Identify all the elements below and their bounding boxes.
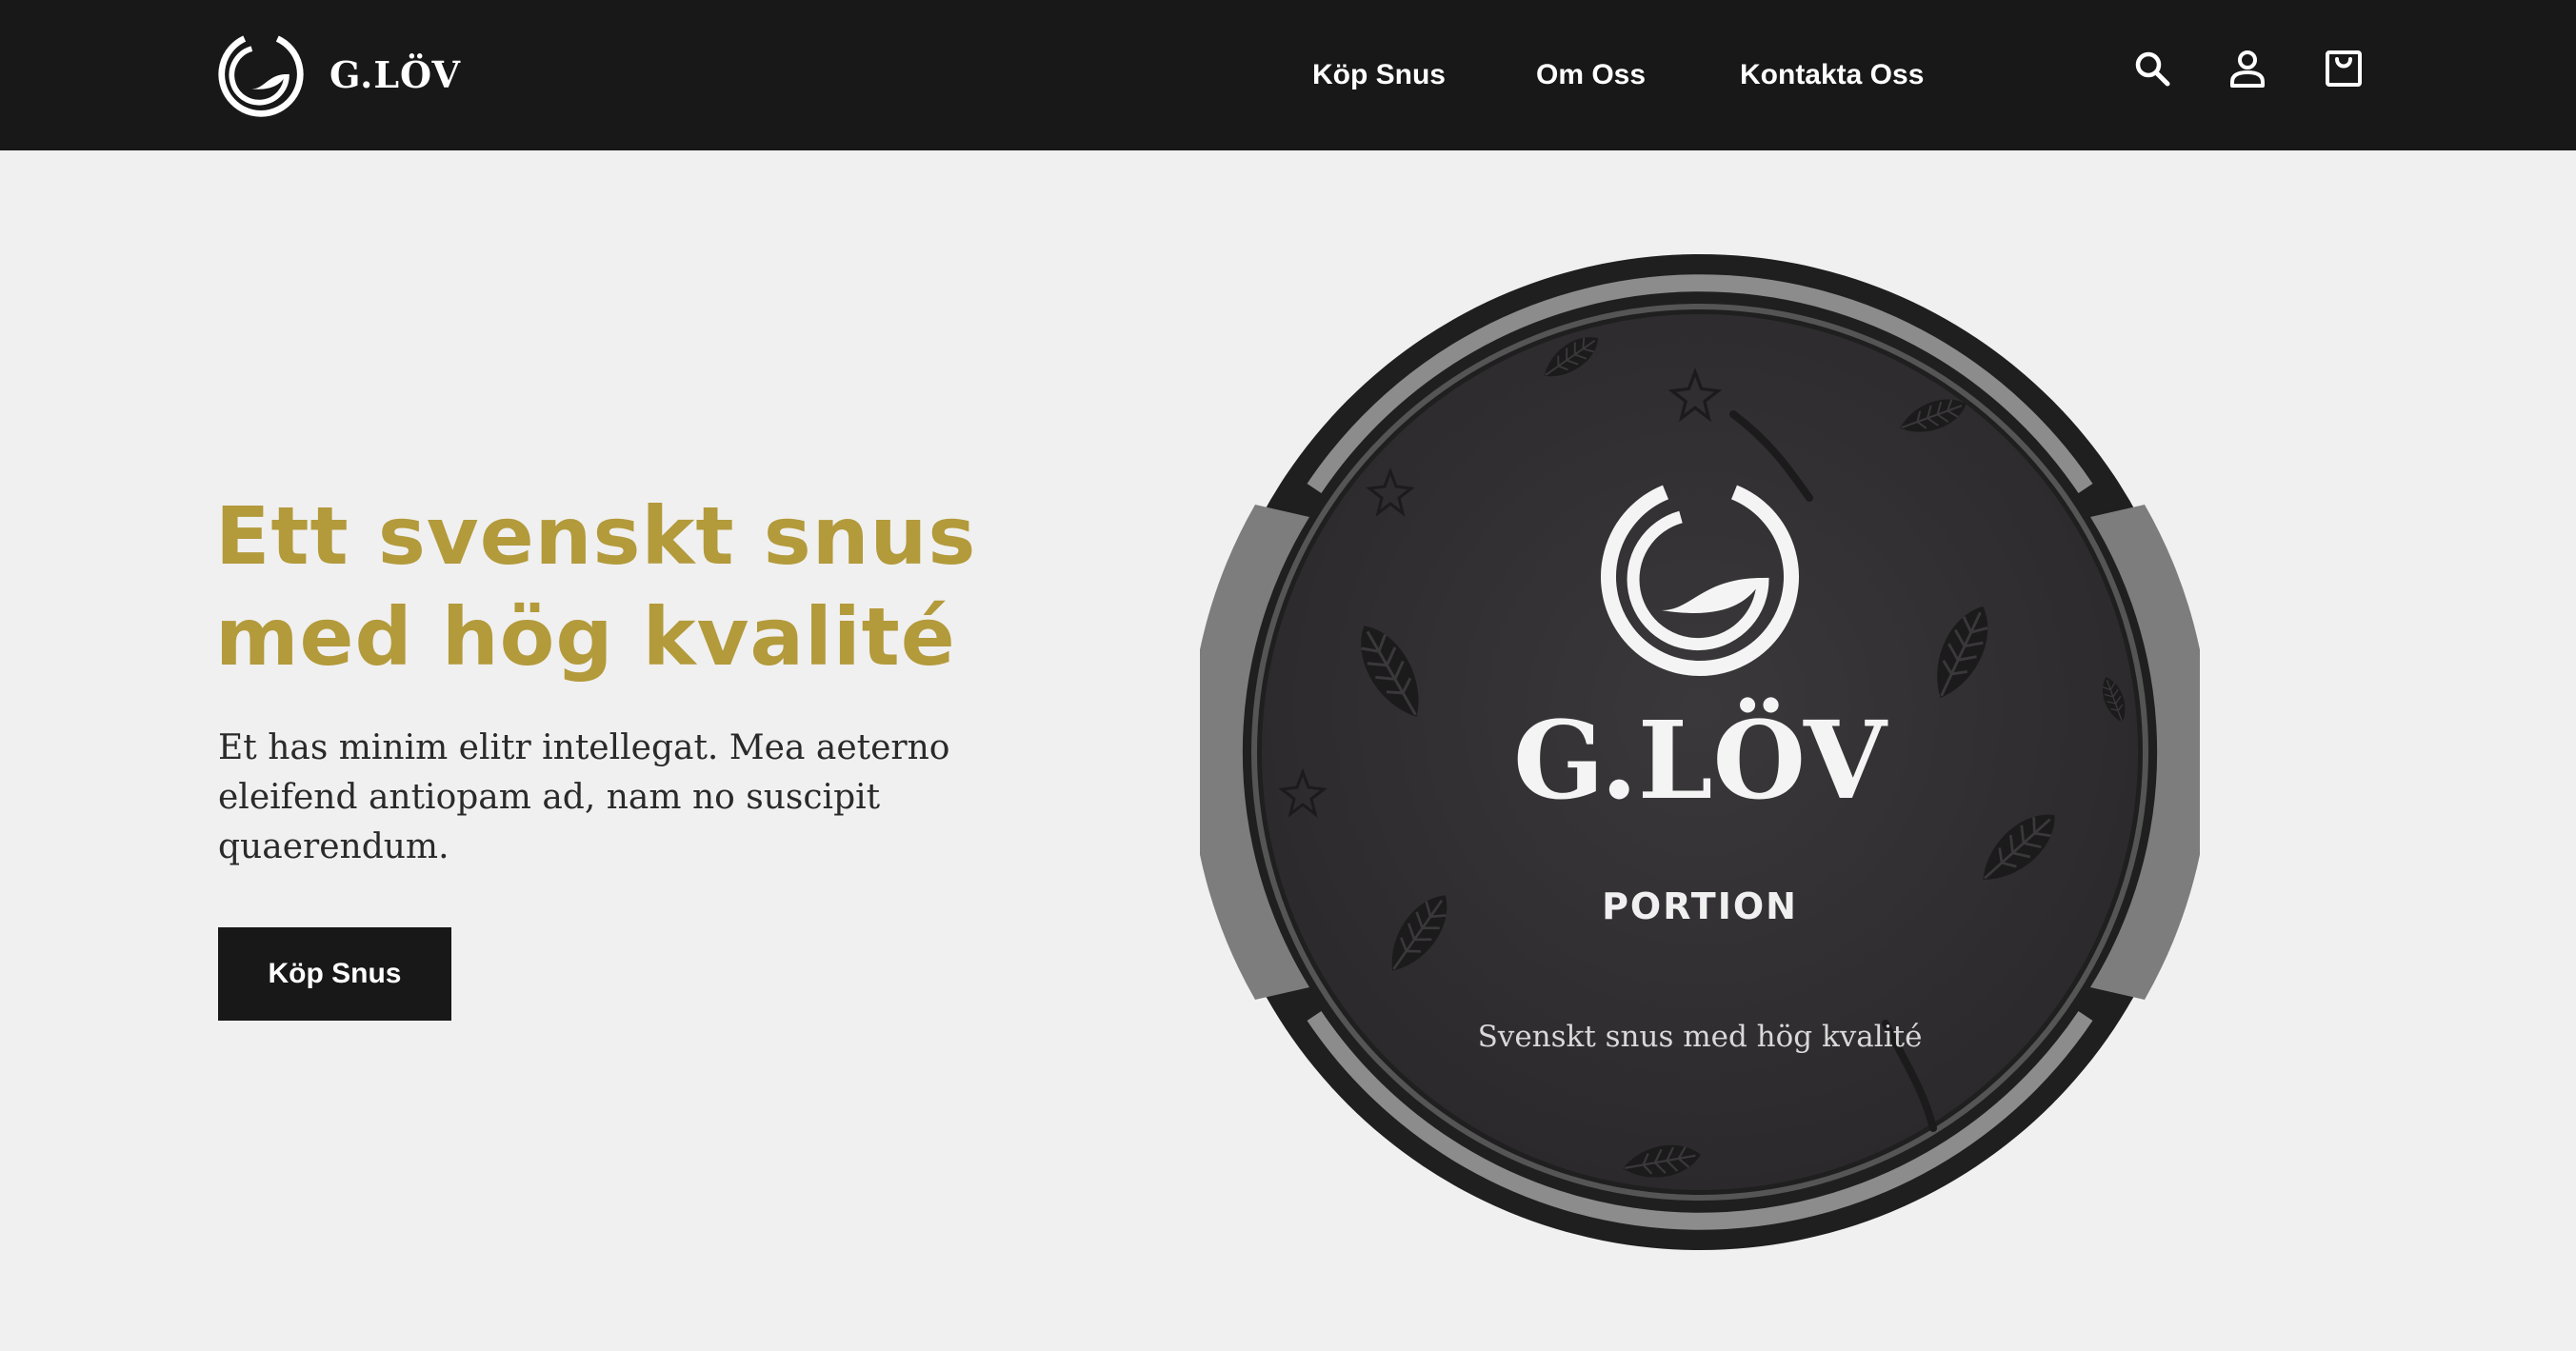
hero-title: Ett svenskt snus med hög kvalité — [215, 489, 977, 684]
tin-tagline: Svenskt snus med hög kvalité — [1477, 1020, 1923, 1054]
hero-description: Et has minim elitr intellegat. Mea aeter… — [218, 728, 950, 866]
brand-logo-link[interactable]: G.LÖV — [215, 29, 461, 120]
user-icon[interactable] — [2226, 47, 2269, 90]
tin-brand-name: G.LÖV — [1513, 699, 1887, 824]
leaf-logo-icon — [218, 35, 304, 117]
nav-link-kontakta-oss[interactable]: Kontakta Oss — [1740, 59, 1924, 91]
nav-link-om-oss[interactable]: Om Oss — [1536, 59, 1646, 91]
search-icon[interactable] — [2130, 47, 2174, 90]
tin-product-type: PORTION — [1602, 885, 1798, 927]
snus-tin-image: G.LÖV PORTION Svenskt snus med hög kvali… — [1200, 252, 2200, 1252]
nav-link-kop-snus[interactable]: Köp Snus — [1312, 59, 1446, 91]
buy-snus-button[interactable]: Köp Snus — [218, 927, 451, 1021]
site-header: G.LÖV Köp Snus Om Oss Kontakta Oss — [0, 0, 2576, 150]
brand-name: G.LÖV — [329, 52, 461, 96]
shopping-bag-icon[interactable] — [2322, 47, 2366, 90]
